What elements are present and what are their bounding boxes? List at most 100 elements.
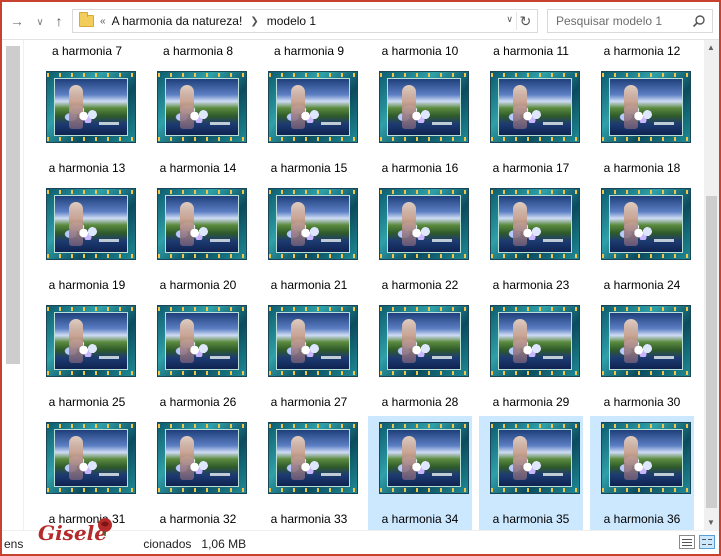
thumbnail-border-dots (47, 73, 135, 77)
thumbnail-flowers (299, 460, 321, 474)
file-item[interactable]: a harmonia 24 (590, 182, 694, 296)
file-item[interactable]: a harmonia 18 (590, 65, 694, 179)
thumbnail-border-dots (269, 371, 357, 375)
scroll-up-icon[interactable]: ▲ (707, 43, 715, 52)
image-thumbnail (379, 305, 469, 377)
recent-locations-chevron-icon[interactable]: ∨ (30, 12, 50, 32)
file-item[interactable]: a harmonia 10 (368, 40, 472, 62)
thumbnail-signature (321, 473, 341, 476)
breadcrumb-item[interactable]: A harmonia da natureza! (112, 14, 243, 28)
thumbnail-border-dots (491, 73, 579, 77)
thumbnail-scene (276, 429, 350, 487)
selection-size: 1,06 MB (201, 537, 247, 551)
refresh-icon[interactable]: ↻ (516, 12, 534, 30)
file-item[interactable]: a harmonia 20 (146, 182, 250, 296)
file-name: a harmonia 33 (270, 512, 348, 526)
thumbnail-scene (609, 312, 683, 370)
thumbnail-signature (432, 122, 452, 125)
up-arrow-icon[interactable]: ↑ (49, 11, 69, 31)
file-item[interactable]: a harmonia 35 (479, 416, 583, 530)
thumbnail-border-dots (602, 73, 690, 77)
file-item[interactable]: a harmonia 31 (35, 416, 139, 530)
thumbnail-border-dots (380, 424, 468, 428)
file-item[interactable]: a harmonia 13 (35, 65, 139, 179)
file-item[interactable]: a harmonia 30 (590, 299, 694, 413)
file-item[interactable]: a harmonia 36 (590, 416, 694, 530)
thumbnail-flowers (521, 460, 543, 474)
file-item[interactable]: a harmonia 15 (257, 65, 361, 179)
thumbnail-border-dots (158, 371, 246, 375)
thumbnail-signature (210, 356, 230, 359)
thumbnail-signature (654, 473, 674, 476)
thumbnail-border-dots (158, 424, 246, 428)
thumbnail-border-dots (380, 73, 468, 77)
image-thumbnail (46, 188, 136, 260)
image-thumbnail (601, 71, 691, 143)
address-bar[interactable]: « A harmonia da natureza! ❯ modelo 1 ∨ ↻ (72, 9, 538, 33)
file-item[interactable]: a harmonia 19 (35, 182, 139, 296)
large-icons-view-icon[interactable] (699, 535, 715, 549)
thumbnail-border-dots (602, 254, 690, 258)
file-item[interactable]: a harmonia 9 (257, 40, 361, 62)
back-arrow-icon[interactable]: → (7, 11, 27, 31)
thumbnail-border-dots (491, 254, 579, 258)
thumbnail-border-dots (158, 307, 246, 311)
file-item[interactable]: a harmonia 25 (35, 299, 139, 413)
file-item[interactable]: a harmonia 27 (257, 299, 361, 413)
thumbnail-border-dots (380, 307, 468, 311)
file-item[interactable]: a harmonia 16 (368, 65, 472, 179)
file-item[interactable]: a harmonia 21 (257, 182, 361, 296)
file-item[interactable]: a harmonia 33 (257, 416, 361, 530)
thumbnail-signature (432, 239, 452, 242)
thumbnail-border-dots (491, 488, 579, 492)
thumbnail-border-dots (269, 190, 357, 194)
details-view-icon[interactable] (679, 535, 695, 549)
file-item[interactable]: a harmonia 34 (368, 416, 472, 530)
thumbnail-border-dots (269, 254, 357, 258)
thumbnail-scene (54, 312, 128, 370)
thumbnail-signature (432, 473, 452, 476)
search-box[interactable] (547, 9, 713, 33)
breadcrumb-overflow[interactable]: « (100, 16, 105, 27)
thumbnail-border-dots (491, 307, 579, 311)
scrollbar-thumb[interactable] (706, 196, 717, 508)
file-item[interactable]: a harmonia 28 (368, 299, 472, 413)
file-item[interactable]: a harmonia 17 (479, 65, 583, 179)
thumbnail-border-dots (380, 137, 468, 141)
thumbnail-signature (321, 356, 341, 359)
file-item[interactable]: a harmonia 8 (146, 40, 250, 62)
search-icon[interactable] (692, 14, 706, 28)
thumbnail-scene (54, 78, 128, 136)
file-item[interactable]: a harmonia 12 (590, 40, 694, 62)
vertical-scrollbar[interactable]: ▲ ▼ (704, 40, 719, 530)
search-input[interactable] (556, 14, 686, 28)
chevron-down-icon[interactable]: ∨ (506, 14, 513, 25)
thumbnail-signature (654, 356, 674, 359)
file-name: a harmonia 17 (492, 161, 570, 175)
file-item[interactable]: a harmonia 11 (479, 40, 583, 62)
file-item[interactable]: a harmonia 32 (146, 416, 250, 530)
file-item[interactable]: a harmonia 7 (35, 40, 139, 62)
file-name: a harmonia 24 (603, 278, 681, 292)
thumbnail-flowers (410, 226, 432, 240)
thumbnail-border-dots (602, 307, 690, 311)
image-thumbnail (601, 188, 691, 260)
thumbnail-scene (165, 195, 239, 253)
thumbnail-signature (432, 356, 452, 359)
file-name: a harmonia 12 (603, 44, 681, 58)
file-item[interactable]: a harmonia 29 (479, 299, 583, 413)
scroll-down-icon[interactable]: ▼ (707, 518, 715, 527)
thumbnail-border-dots (47, 190, 135, 194)
file-item[interactable]: a harmonia 26 (146, 299, 250, 413)
navigation-pane-scrollbar[interactable] (6, 46, 20, 364)
thumbnail-flowers (77, 109, 99, 123)
file-item[interactable]: a harmonia 22 (368, 182, 472, 296)
thumbnail-flowers (632, 226, 654, 240)
thumbnail-flowers (188, 343, 210, 357)
file-item[interactable]: a harmonia 14 (146, 65, 250, 179)
chevron-right-icon[interactable]: ❯ (250, 16, 258, 27)
thumbnail-border-dots (602, 190, 690, 194)
file-item[interactable]: a harmonia 23 (479, 182, 583, 296)
breadcrumb-item[interactable]: modelo 1 (267, 14, 316, 28)
file-name: a harmonia 15 (270, 161, 348, 175)
